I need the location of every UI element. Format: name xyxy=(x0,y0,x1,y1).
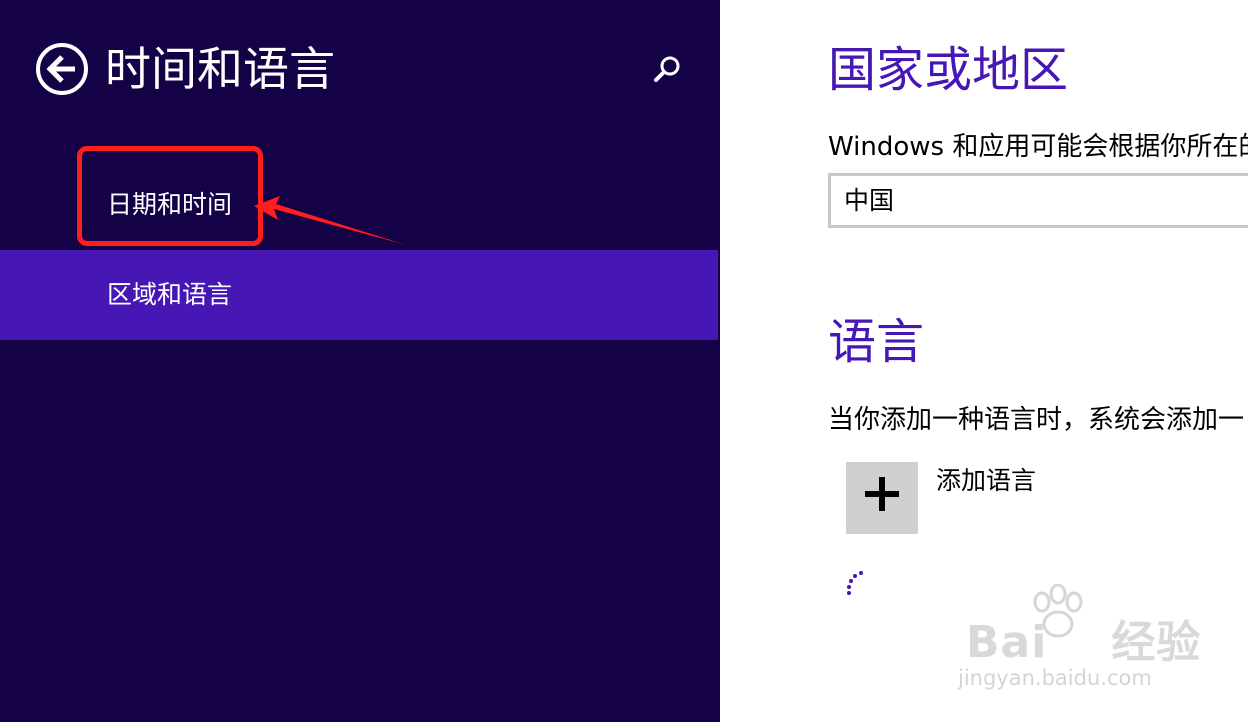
left-pane: 时间和语言 日期和时间 区域和语言 xyxy=(0,0,720,722)
baidu-watermark: Bai 经验 jingyan.baidu.com xyxy=(952,584,1200,694)
nav-item-label: 区域和语言 xyxy=(107,280,233,309)
nav-item-date-time[interactable]: 日期和时间 xyxy=(0,160,718,250)
search-icon xyxy=(654,56,680,82)
paw-logo-icon xyxy=(1033,584,1083,638)
country-select-value: 中国 xyxy=(844,186,895,215)
language-description: 当你添加一种语言时，系统会添加一 xyxy=(828,405,1245,435)
watermark-brand: Bai 经验 xyxy=(966,617,1202,668)
country-select[interactable]: 中国 xyxy=(828,173,1248,228)
add-language-label[interactable]: 添加语言 xyxy=(936,464,1036,498)
nav-item-label: 日期和时间 xyxy=(107,190,233,219)
region-heading: 国家或地区 xyxy=(828,42,1069,98)
right-pane: 国家或地区 Windows 和应用可能会根据你所在的 中国 语言 当你添加一种语… xyxy=(720,0,1248,722)
loading-spinner-icon xyxy=(847,571,863,595)
add-language-button[interactable] xyxy=(846,462,918,534)
search-button[interactable] xyxy=(650,52,686,88)
region-description: Windows 和应用可能会根据你所在的 xyxy=(828,132,1248,162)
page-title: 时间和语言 xyxy=(105,42,335,96)
watermark-url: jingyan.baidu.com xyxy=(958,666,1152,690)
back-button[interactable] xyxy=(35,42,89,96)
language-heading: 语言 xyxy=(828,314,925,370)
back-arrow-icon xyxy=(36,43,88,95)
nav-item-region-language[interactable]: 区域和语言 xyxy=(0,250,718,340)
plus-icon xyxy=(865,477,899,511)
